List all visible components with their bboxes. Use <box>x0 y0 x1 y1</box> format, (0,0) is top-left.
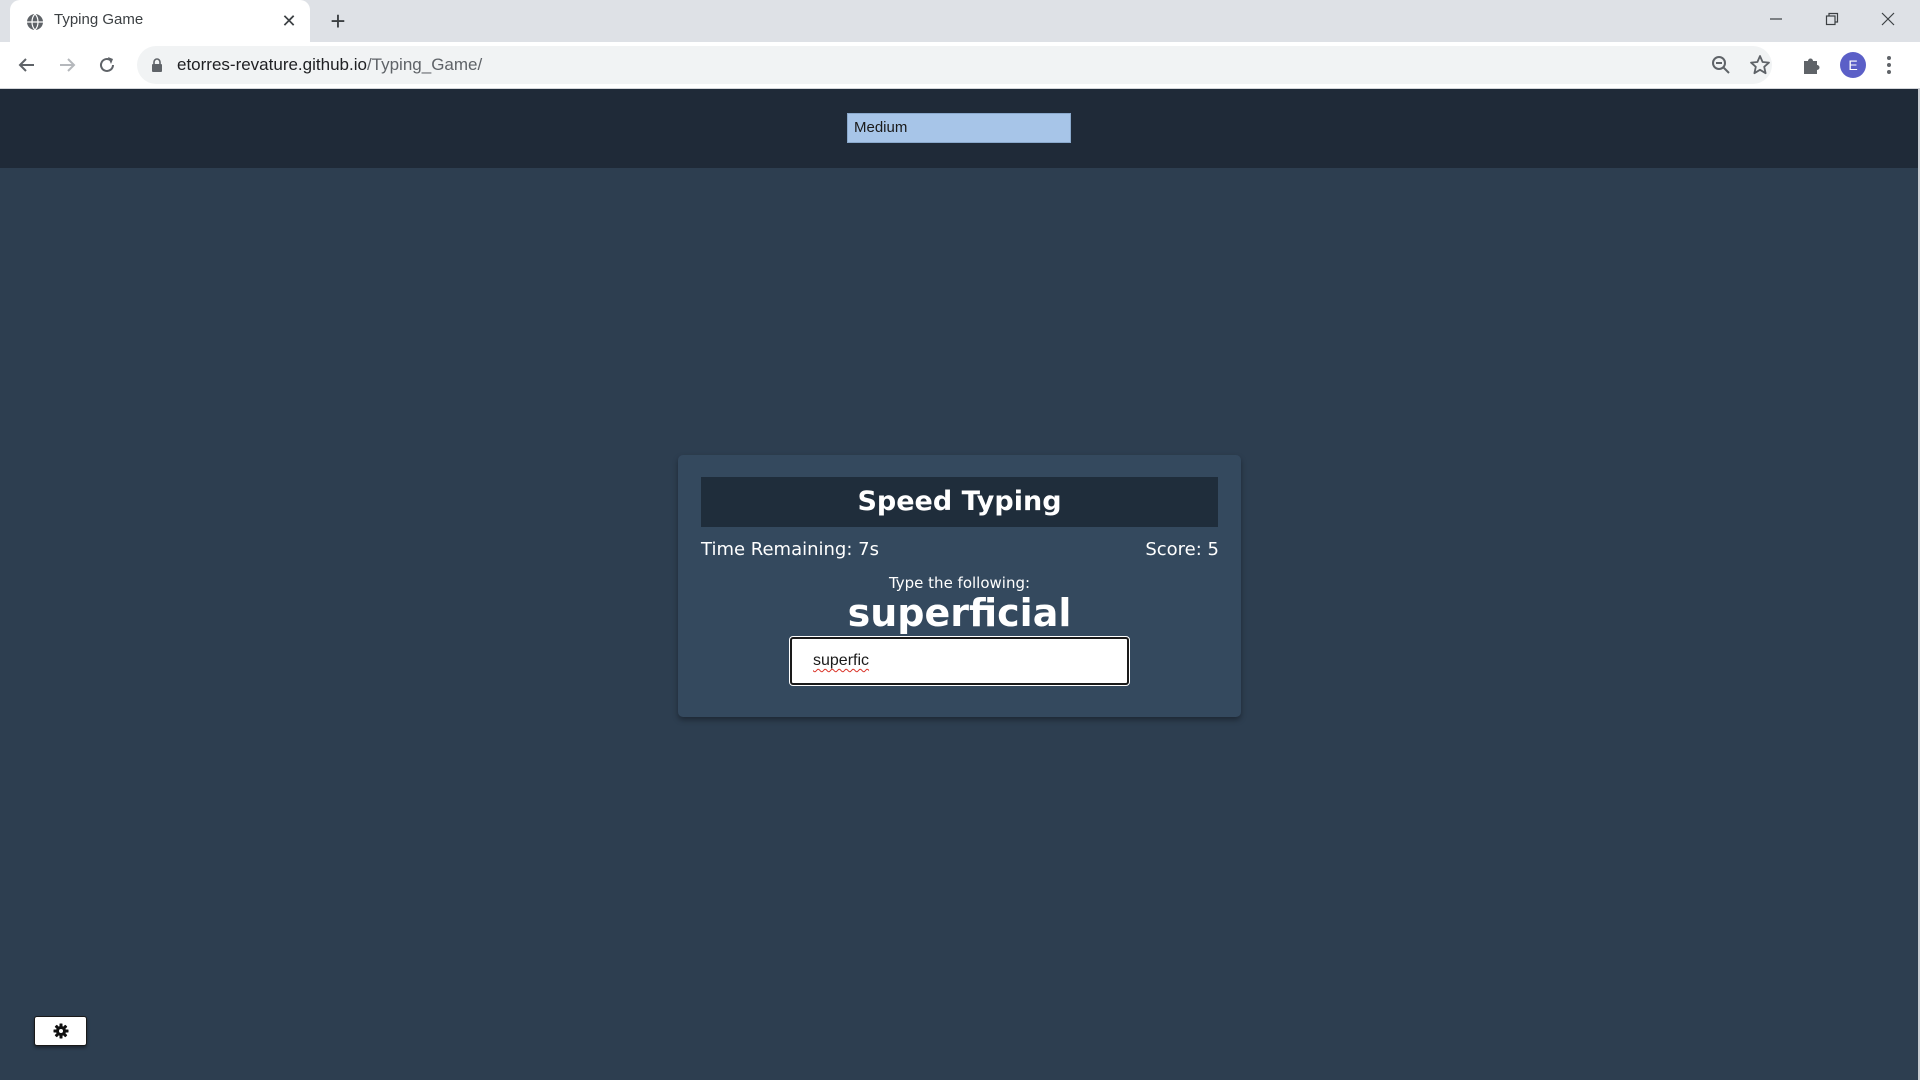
game-title: Speed Typing <box>701 477 1218 527</box>
answer-input[interactable]: superfic <box>790 637 1129 685</box>
tab-close-icon[interactable]: ✕ <box>280 12 298 30</box>
address-bar[interactable]: etorres-revature.github.io/Typing_Game/ <box>137 46 1772 84</box>
profile-avatar[interactable]: E <box>1840 52 1866 78</box>
tab-strip: Typing Game ✕ + <box>0 0 1920 42</box>
minimize-button[interactable] <box>1748 0 1804 38</box>
url-path: /Typing_Game/ <box>366 55 483 74</box>
close-window-button[interactable] <box>1860 0 1916 38</box>
gear-icon <box>53 1023 68 1039</box>
lock-icon <box>152 58 162 72</box>
globe-icon <box>27 13 43 31</box>
restore-icon <box>1825 12 1839 26</box>
url-host: etorres-revature.github.io <box>177 55 367 74</box>
reload-icon <box>100 57 114 72</box>
prompt-text: Type the following: <box>888 574 1031 592</box>
kebab-menu-icon[interactable] <box>1884 53 1894 77</box>
forward-button[interactable] <box>53 51 81 79</box>
minimize-icon <box>1770 18 1782 20</box>
settings-button[interactable] <box>34 1016 87 1046</box>
reload-button[interactable] <box>93 51 121 79</box>
forward-arrow-icon <box>60 58 76 72</box>
answer-text: superfic <box>813 652 870 669</box>
zoom-icon[interactable] <box>1710 54 1732 76</box>
close-icon <box>1881 12 1895 26</box>
back-arrow-icon <box>18 58 34 72</box>
back-button[interactable] <box>13 51 41 79</box>
url-text: etorres-revature.github.io/Typing_Game/ <box>177 55 482 75</box>
browser-tab[interactable]: Typing Game ✕ <box>10 0 310 42</box>
time-remaining: Time Remaining: 7s <box>701 539 879 560</box>
game-card: Speed Typing Time Remaining: 7s Score: 5… <box>678 455 1241 717</box>
restore-button[interactable] <box>1804 0 1860 38</box>
difficulty-select[interactable]: Medium <box>847 113 1071 143</box>
tab-title: Typing Game <box>54 11 144 28</box>
star-icon[interactable] <box>1749 54 1771 76</box>
settings-bar: Medium <box>0 89 1918 168</box>
new-tab-button[interactable]: + <box>325 8 351 34</box>
puzzle-icon[interactable] <box>1800 53 1824 77</box>
score: Score: 5 <box>1145 539 1219 560</box>
browser-chrome: Typing Game ✕ + etorres-revature.github.… <box>0 0 1920 89</box>
target-word: superficial <box>847 591 1072 635</box>
browser-toolbar: etorres-revature.github.io/Typing_Game/ … <box>0 42 1920 89</box>
page: Medium Speed Typing Time Remaining: 7s S… <box>0 89 1920 1080</box>
